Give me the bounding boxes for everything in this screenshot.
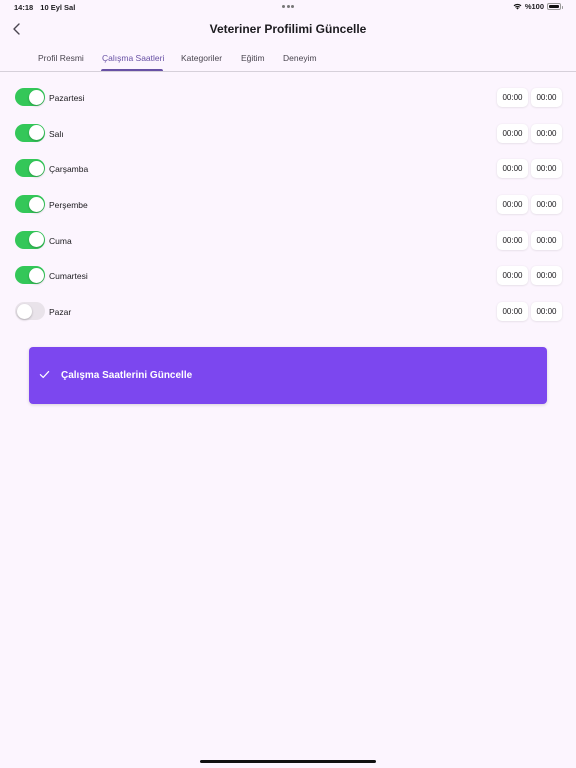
multitasking-dots-icon[interactable] — [282, 5, 294, 8]
page-title: Veteriner Profilimi Güncelle — [209, 22, 367, 36]
start-time-field[interactable]: 00:00 — [497, 88, 528, 107]
start-time-field[interactable]: 00:00 — [497, 159, 528, 179]
day-row-pazartesi: Pazartesi 00:00 00:00 — [0, 80, 576, 116]
day-toggle[interactable] — [15, 266, 45, 285]
day-toggle[interactable] — [15, 230, 45, 249]
end-time-field[interactable]: 00:00 — [531, 123, 562, 143]
day-row-carsamba: Çarşamba 00:00 00:00 — [0, 151, 576, 187]
day-row-sali: Salı 00:00 00:00 — [0, 116, 576, 152]
start-time-field[interactable]: 00:00 — [497, 230, 528, 250]
status-left: 14:18 10 Eyl Sal — [14, 3, 80, 12]
status-date: 10 Eyl Sal — [40, 3, 76, 12]
status-bar: 14:18 10 Eyl Sal %100 — [0, 0, 576, 14]
day-label: Perşembe — [49, 200, 88, 211]
home-indicator[interactable] — [200, 760, 376, 763]
check-icon — [39, 370, 50, 379]
tab-calisma-saatleri[interactable]: Çalışma Saatleri — [102, 53, 164, 63]
day-label: Salı — [49, 128, 64, 139]
tab-deneyim[interactable]: Deneyim — [283, 53, 317, 63]
tab-egitim[interactable]: Eğitim — [241, 53, 265, 63]
working-hours-list: Pazartesi 00:00 00:00 Salı 00:00 00:00 Ç… — [0, 80, 576, 330]
start-time-field[interactable]: 00:00 — [497, 266, 528, 286]
tab-kategoriler[interactable]: Kategoriler — [181, 53, 222, 63]
status-time: 14:18 — [14, 3, 34, 12]
active-tab-indicator — [101, 69, 163, 71]
tab-profil-resmi[interactable]: Profil Resmi — [38, 53, 84, 63]
day-row-cumartesi: Cumartesi 00:00 00:00 — [0, 258, 576, 294]
day-row-persembe: Perşembe 00:00 00:00 — [0, 187, 576, 223]
day-label: Çarşamba — [49, 164, 89, 175]
end-time-field[interactable]: 00:00 — [531, 195, 562, 215]
day-toggle[interactable] — [15, 302, 45, 321]
day-toggle[interactable] — [15, 159, 45, 178]
battery-text: %100 — [524, 2, 544, 11]
start-time-field[interactable]: 00:00 — [497, 123, 528, 143]
day-toggle[interactable] — [15, 123, 45, 142]
update-working-hours-button[interactable]: Çalışma Saatlerini Güncelle — [29, 347, 547, 404]
battery-icon — [547, 3, 563, 10]
end-time-field[interactable]: 00:00 — [531, 230, 562, 250]
day-toggle[interactable] — [15, 88, 45, 106]
day-toggle[interactable] — [15, 195, 45, 214]
update-button-label: Çalışma Saatlerini Güncelle — [61, 370, 193, 381]
end-time-field[interactable]: 00:00 — [531, 159, 562, 179]
day-label: Cuma — [49, 235, 72, 246]
day-label: Cumartesi — [49, 271, 88, 282]
end-time-field[interactable]: 00:00 — [531, 266, 562, 286]
app-header: Veteriner Profilimi Güncelle — [0, 14, 576, 44]
wifi-icon — [513, 3, 522, 10]
tab-bar: Profil Resmi Çalışma Saatleri Kategorile… — [0, 48, 576, 72]
end-time-field[interactable]: 00:00 — [531, 88, 562, 107]
end-time-field[interactable]: 00:00 — [531, 302, 562, 322]
start-time-field[interactable]: 00:00 — [497, 195, 528, 215]
day-row-pazar: Pazar 00:00 00:00 — [0, 294, 576, 330]
day-row-cuma: Cuma 00:00 00:00 — [0, 223, 576, 259]
start-time-field[interactable]: 00:00 — [497, 302, 528, 322]
day-label: Pazartesi — [49, 93, 85, 103]
day-label: Pazar — [49, 307, 72, 318]
status-right: %100 — [513, 2, 563, 11]
